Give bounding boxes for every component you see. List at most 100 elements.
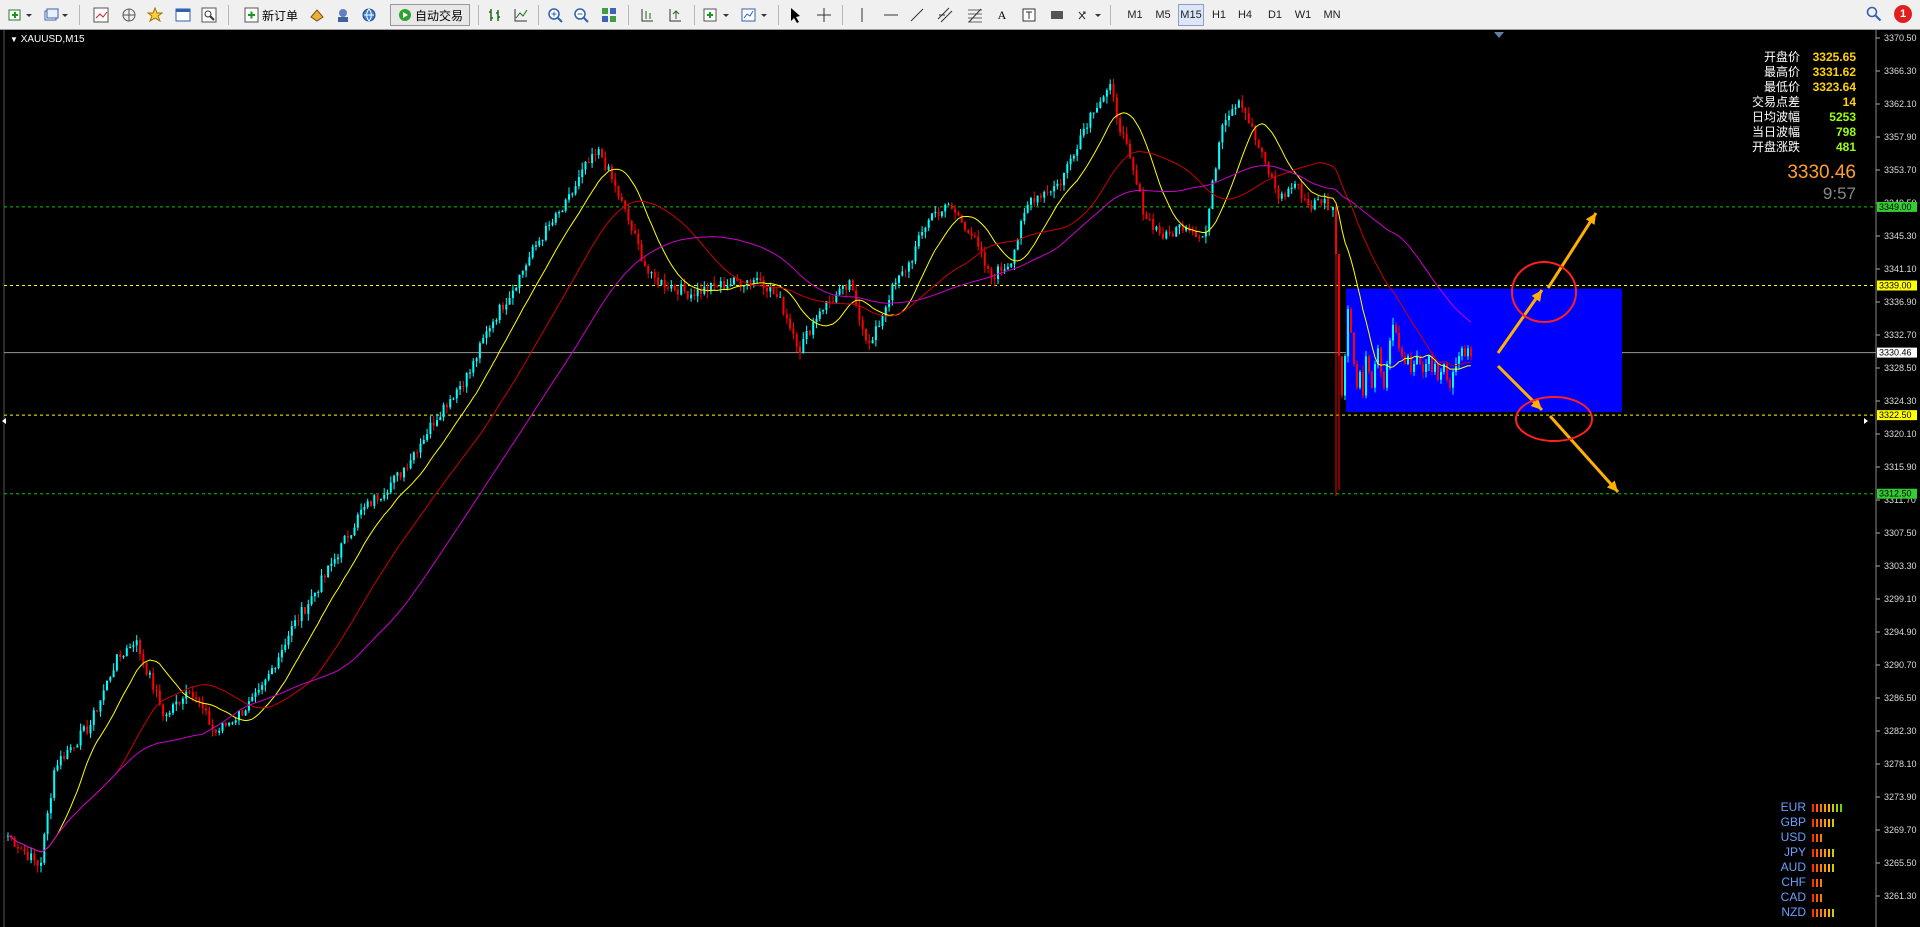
candle-body — [1026, 204, 1029, 213]
candle-body — [1458, 356, 1460, 365]
tester-icon[interactable] — [200, 4, 218, 26]
candle-body — [1449, 379, 1451, 388]
candle-body — [1105, 90, 1108, 97]
candle-body — [442, 404, 445, 418]
timeframe-m5[interactable]: M5 — [1152, 4, 1174, 26]
candle-body — [564, 199, 567, 211]
text-icon[interactable]: A — [994, 4, 1010, 26]
timeframe-mn[interactable]: MN — [1320, 4, 1344, 26]
strength-bar — [1824, 863, 1826, 872]
candle-body — [554, 213, 557, 223]
timeframe-m1[interactable]: M1 — [1124, 4, 1146, 26]
tile-windows-icon[interactable] — [600, 4, 618, 26]
trendline-icon[interactable] — [908, 4, 926, 26]
new-chart-button[interactable] — [6, 4, 36, 26]
candle-body — [96, 710, 99, 712]
candle-body — [1244, 107, 1247, 114]
symbol-dropdown-icon[interactable]: ▼ — [10, 35, 18, 44]
candle-body — [23, 849, 26, 852]
strength-bar — [1824, 803, 1826, 812]
strength-bar — [1812, 848, 1814, 857]
candle-body — [485, 331, 488, 339]
fibonacci-icon[interactable] — [966, 4, 984, 26]
timeframe-w1[interactable]: W1 — [1292, 4, 1314, 26]
community-icon[interactable] — [360, 4, 378, 26]
search-icon[interactable] — [1866, 6, 1882, 27]
currency-strength-bars — [1812, 800, 1844, 815]
candle-body — [343, 536, 346, 544]
candle-body — [376, 495, 379, 501]
level-marker-right — [1864, 418, 1868, 424]
templates-button[interactable] — [740, 4, 770, 26]
chart-shift-icon[interactable] — [638, 4, 656, 26]
candle-body — [79, 730, 82, 746]
currency-name: GBP — [1780, 815, 1806, 829]
timeframe-d1[interactable]: D1 — [1264, 4, 1286, 26]
strength-bar — [1836, 803, 1838, 812]
strength-bar — [1816, 908, 1818, 917]
timeframe-m15[interactable]: M15 — [1178, 4, 1204, 26]
candle-body — [657, 277, 660, 286]
candle-body — [789, 318, 792, 329]
strength-bar — [1828, 818, 1830, 827]
low-price-value: 3323.64 — [1812, 80, 1856, 94]
open-change-value: 481 — [1835, 140, 1856, 154]
candle-body — [874, 326, 877, 341]
market-watch-icon[interactable] — [92, 4, 110, 26]
crosshair-icon[interactable] — [815, 4, 833, 26]
currency-strength-bars — [1812, 875, 1824, 890]
new-order-button[interactable]: 新订单 — [240, 4, 302, 26]
candle-body — [195, 697, 198, 699]
navigator-icon[interactable] — [120, 4, 138, 26]
profiles-button[interactable] — [42, 4, 72, 26]
candle-body — [396, 472, 399, 476]
candle-body — [475, 358, 478, 362]
chart-canvas[interactable]: 3370.50 3366.30 3362.10 3357.90 3353.70 3349.… — [0, 30, 1920, 927]
price-tick-label: 3341.10 — [1884, 264, 1917, 274]
strength-bar — [1828, 848, 1830, 857]
indicators-button[interactable] — [702, 4, 732, 26]
autoscroll-icon[interactable] — [666, 4, 684, 26]
candle-body — [1171, 233, 1174, 237]
auto-trading-button[interactable]: 自动交易 — [390, 4, 470, 26]
timeframe-h1[interactable]: H1 — [1208, 4, 1230, 26]
candle-body — [1006, 266, 1009, 270]
candle-body — [1020, 221, 1023, 240]
currency-row: JPY — [1764, 845, 1844, 860]
market-icon[interactable] — [308, 4, 326, 26]
candle-body — [855, 290, 858, 306]
candle-body — [1211, 180, 1214, 209]
bar-countdown: 9:57 — [1822, 184, 1856, 203]
price-tick-label: 3357.90 — [1884, 132, 1917, 142]
channel-icon[interactable] — [936, 4, 954, 26]
candle-body — [287, 635, 290, 645]
candle-body — [135, 640, 138, 646]
candle-body — [49, 798, 52, 814]
price-chart[interactable]: 3370.50 3366.30 3362.10 3357.90 3353.70 3349.… — [0, 30, 1920, 927]
target-down-arrow — [1548, 414, 1620, 494]
candle-body — [1030, 198, 1032, 205]
strength-bar — [1816, 833, 1818, 842]
candle-body — [459, 385, 462, 390]
zoom-out-icon[interactable] — [572, 4, 590, 26]
timeframe-h4[interactable]: H4 — [1234, 4, 1256, 26]
text-label-icon[interactable] — [1020, 4, 1038, 26]
horizontal-line-icon[interactable] — [882, 4, 900, 26]
signals-icon[interactable] — [334, 4, 352, 26]
shapes-icon[interactable] — [1048, 4, 1066, 26]
bar-chart-icon[interactable] — [486, 4, 504, 26]
vertical-line-icon[interactable] — [854, 4, 870, 26]
favorites-icon[interactable] — [146, 4, 164, 26]
line-chart-icon[interactable] — [512, 4, 530, 26]
candle-body — [901, 271, 904, 276]
candle-body — [300, 607, 303, 621]
cursor-icon[interactable] — [786, 4, 804, 26]
zoom-in-icon[interactable] — [546, 4, 564, 26]
arrows-button[interactable] — [1076, 4, 1104, 26]
candle-body — [1380, 348, 1382, 372]
candle-body — [558, 212, 561, 214]
candle-body — [1168, 231, 1171, 234]
terminal-icon[interactable] — [174, 4, 192, 26]
notification-icon[interactable]: 1 — [1894, 5, 1912, 23]
currency-row: NZD — [1764, 905, 1844, 920]
